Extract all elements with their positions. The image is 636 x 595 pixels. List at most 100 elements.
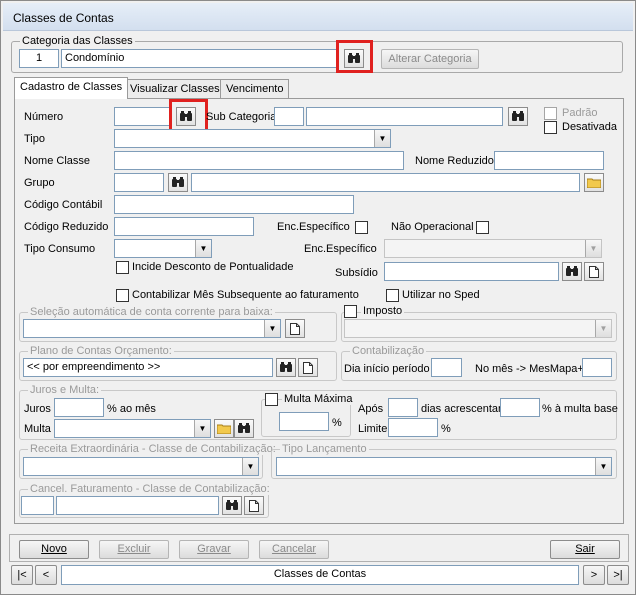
enc-especifico-checkbox[interactable] xyxy=(355,221,368,234)
alterar-categoria-button[interactable]: Alterar Categoria xyxy=(381,49,479,69)
binoculars-icon xyxy=(565,266,579,277)
cancelar-label: Cancelar xyxy=(271,543,317,555)
padrao-label: Padrão xyxy=(562,107,598,119)
receita-select[interactable]: ▼ xyxy=(23,457,259,476)
subsidio-search-button[interactable] xyxy=(562,262,582,281)
tipo-lancamento-select[interactable]: ▼ xyxy=(276,457,612,476)
sair-button[interactable]: Sair xyxy=(550,540,620,559)
codigo-contabil-field[interactable] xyxy=(114,195,354,214)
utilizar-sped-checkbox[interactable] xyxy=(386,289,399,302)
incide-desconto-label: Incide Desconto de Pontualidade xyxy=(132,261,294,273)
dia-inicio-label: Dia início período xyxy=(344,363,430,375)
gravar-button[interactable]: Gravar xyxy=(179,540,249,559)
numero-label: Número xyxy=(24,111,64,123)
multa-maxima-checkbox[interactable] xyxy=(265,393,278,406)
dia-inicio-field[interactable] xyxy=(431,358,462,377)
plano-caption: Plano de Contas Orçamento: xyxy=(28,345,174,357)
document-icon xyxy=(303,361,313,374)
apos-field[interactable] xyxy=(388,398,418,417)
subcategoria-label: Sub Categoria xyxy=(206,111,277,123)
tab-cadastro-de-classes[interactable]: Cadastro de Classes xyxy=(14,77,129,99)
nav-last-button[interactable]: >| xyxy=(607,565,629,585)
novo-button[interactable]: Novo xyxy=(19,540,89,559)
codigo-contabil-label: Código Contábil xyxy=(24,199,103,211)
document-icon xyxy=(249,499,259,512)
limite-field[interactable] xyxy=(388,418,438,437)
binoculars-icon xyxy=(511,111,525,122)
tab-vencimento[interactable]: Vencimento xyxy=(220,79,290,99)
categoria-code-field[interactable]: 1 xyxy=(19,49,59,68)
pct-multa-base-label: % à multa base xyxy=(542,403,618,415)
multa-label: Multa xyxy=(24,423,51,435)
cancel-code-field[interactable] xyxy=(21,496,54,515)
grupo-name-field[interactable] xyxy=(191,173,580,192)
document-icon xyxy=(589,265,599,278)
cancelar-button[interactable]: Cancelar xyxy=(259,540,329,559)
cancel-new-button[interactable] xyxy=(244,496,264,515)
multa-folder-button[interactable] xyxy=(214,419,234,438)
classes-de-contas-window: Classes de Contas Categoria das Classes … xyxy=(0,0,636,595)
title-bar: Classes de Contas xyxy=(3,3,633,31)
multa-search-button[interactable] xyxy=(234,419,254,438)
binoculars-icon xyxy=(171,177,185,188)
ao-mes-label: % ao mês xyxy=(107,403,156,415)
padrao-checkbox[interactable] xyxy=(544,107,557,120)
tipo-consumo-label: Tipo Consumo xyxy=(24,243,96,255)
plano-search-button[interactable] xyxy=(276,358,296,377)
categoria-caption: Categoria das Classes xyxy=(20,35,135,47)
nav-label: Classes de Contas xyxy=(61,565,579,585)
nav-prev-button[interactable]: < xyxy=(35,565,57,585)
imposto-select[interactable]: ▼ xyxy=(344,319,612,338)
subsidio-field[interactable] xyxy=(384,262,559,281)
window-title: Classes de Contas xyxy=(13,11,114,25)
grupo-code-field[interactable] xyxy=(114,173,164,192)
subsidio-new-button[interactable] xyxy=(584,262,604,281)
subcategoria-code-field[interactable] xyxy=(274,107,304,126)
mes-mapa-field[interactable] xyxy=(582,358,612,377)
subcategoria-search-button[interactable] xyxy=(508,107,528,126)
numero-field[interactable] xyxy=(114,107,171,126)
enc-especifico-select[interactable]: ▼ xyxy=(384,239,602,258)
imposto-checkbox[interactable] xyxy=(344,305,357,318)
subsidio-label: Subsídio xyxy=(335,267,378,279)
multa-maxima-field[interactable] xyxy=(279,412,329,431)
cancel-search-button[interactable] xyxy=(222,496,242,515)
contabilizar-label: Contabilizar Mês Subsequente ao faturame… xyxy=(132,289,359,301)
tipo-select[interactable]: ▼ xyxy=(114,129,391,148)
enc-especifico-label: Enc.Específico xyxy=(277,221,350,233)
nav-next-button[interactable]: > xyxy=(583,565,605,585)
nav-first-button[interactable]: |< xyxy=(11,565,33,585)
grupo-folder-button[interactable] xyxy=(584,173,604,192)
contabilizar-checkbox[interactable] xyxy=(116,289,129,302)
subcategoria-name-field[interactable] xyxy=(306,107,503,126)
chevron-down-icon: ▼ xyxy=(374,130,390,147)
gravar-label: Gravar xyxy=(197,543,231,555)
folder-icon xyxy=(587,177,601,188)
selecao-new-button[interactable] xyxy=(285,319,305,338)
categoria-name-field[interactable]: Condomínio xyxy=(61,49,339,68)
chevron-down-icon: ▼ xyxy=(194,420,210,437)
nao-operacional-checkbox[interactable] xyxy=(476,221,489,234)
juros-field[interactable] xyxy=(54,398,104,417)
cancel-name-field[interactable] xyxy=(56,496,219,515)
multa-select[interactable]: ▼ xyxy=(54,419,211,438)
limite-pct-label: % xyxy=(441,423,451,435)
acrescentar-field[interactable] xyxy=(500,398,540,417)
tipo-consumo-select[interactable]: ▼ xyxy=(114,239,212,258)
plano-field[interactable]: << por empreendimento >> xyxy=(23,358,273,377)
tipo-lancamento-caption: Tipo Lançamento xyxy=(280,443,369,455)
incide-desconto-checkbox[interactable] xyxy=(116,261,129,274)
tab-visualizar-classes[interactable]: Visualizar Classes xyxy=(124,79,226,99)
plano-new-button[interactable] xyxy=(298,358,318,377)
excluir-button[interactable]: Excluir xyxy=(99,540,169,559)
grupo-search-button[interactable] xyxy=(168,173,188,192)
imposto-label: Imposto xyxy=(361,305,405,317)
desativada-checkbox[interactable] xyxy=(544,121,557,134)
nome-classe-field[interactable] xyxy=(114,151,404,170)
binoculars-icon xyxy=(225,500,239,511)
highlight-box-categoria xyxy=(336,40,373,73)
selecao-select[interactable]: ▼ xyxy=(23,319,281,338)
codigo-reduzido-field[interactable] xyxy=(114,217,254,236)
grupo-label: Grupo xyxy=(24,177,55,189)
nome-reduzido-field[interactable] xyxy=(494,151,604,170)
